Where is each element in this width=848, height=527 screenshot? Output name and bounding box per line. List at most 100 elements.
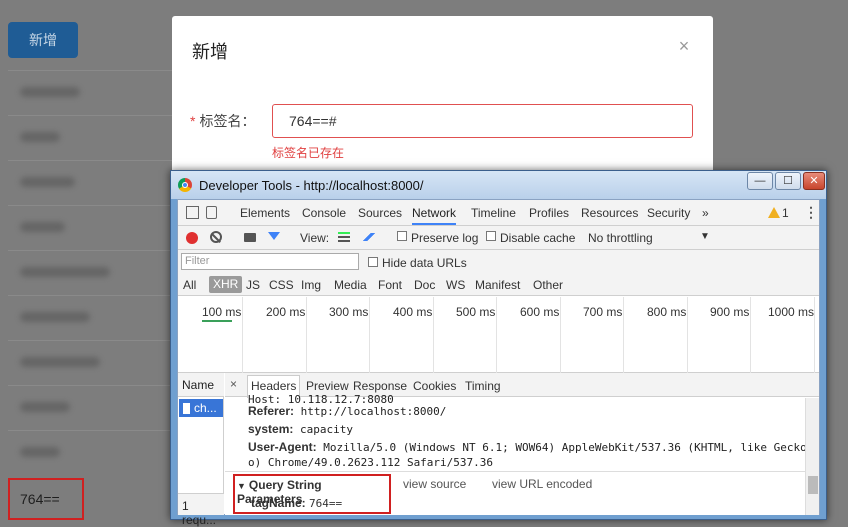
menu-icon[interactable]: ⋮ (804, 204, 818, 221)
header-key: Referer: (248, 404, 295, 418)
timeline-tick: 100 ms (202, 305, 242, 319)
timeline-tick: 1000 ms (768, 305, 815, 319)
add-button[interactable]: 新增 (8, 22, 78, 58)
timeline-gridline (369, 297, 370, 373)
disable-cache-checkbox[interactable] (486, 231, 496, 241)
type-filter-other[interactable]: Other (533, 278, 563, 292)
close-window-button[interactable]: ✕ (803, 172, 825, 190)
inspect-icon[interactable] (186, 206, 199, 219)
timeline-gridline (814, 297, 815, 373)
table-row (8, 115, 173, 161)
window-title: Developer Tools - http://localhost:8000/ (199, 178, 424, 193)
request-timing-bar (202, 320, 232, 322)
maximize-button[interactable]: ☐ (775, 172, 801, 190)
type-filter-xhr[interactable]: XHR (209, 276, 243, 293)
name-column-header[interactable]: Name (178, 373, 224, 397)
record-icon[interactable] (186, 232, 198, 244)
panel-tabs: Elements Console Sources Network Timelin… (178, 200, 819, 226)
request-detail: × Headers Preview Response Cookies Timin… (225, 373, 819, 515)
filter-input[interactable]: Filter (181, 253, 359, 270)
table-row (8, 70, 173, 116)
timeline-gridline (496, 297, 497, 373)
disclosure-triangle-icon[interactable]: ▼ (237, 481, 246, 491)
view-label: View: (300, 231, 330, 245)
disable-cache-label: Disable cache (500, 231, 576, 245)
table-row (8, 250, 173, 296)
tab-sources[interactable]: Sources (358, 206, 402, 220)
tab-elements[interactable]: Elements (240, 206, 290, 220)
request-row[interactable]: ch... (179, 399, 223, 417)
type-filter-ws[interactable]: WS (446, 278, 465, 292)
more-tabs-icon[interactable]: » (702, 206, 709, 220)
devtools-window: Developer Tools - http://localhost:8000/… (170, 170, 827, 527)
table-row (8, 205, 173, 251)
type-filter-js[interactable]: JS (246, 278, 260, 292)
request-list: Name ch... 1 requ... (178, 373, 224, 527)
tab-console[interactable]: Console (302, 206, 346, 220)
validation-error: 标签名已存在 (272, 146, 345, 160)
type-filter-manifest[interactable]: Manifest (475, 278, 520, 292)
camera-icon[interactable] (244, 233, 256, 242)
tab-cookies[interactable]: Cookies (413, 379, 456, 393)
param-key: tagName: (251, 496, 306, 510)
warning-count: 1 (782, 206, 789, 220)
timeline-tick: 600 ms (520, 305, 560, 319)
warning-icon[interactable] (768, 207, 780, 218)
tab-security[interactable]: Security (647, 206, 690, 220)
type-filter-css[interactable]: CSS (269, 278, 294, 292)
timeline-tick: 800 ms (647, 305, 687, 319)
network-toolbar: View: Preserve log Disable cache No thro… (178, 226, 819, 250)
view-url-encoded-link[interactable]: view URL encoded (492, 477, 592, 491)
hide-data-urls-checkbox[interactable] (368, 257, 378, 267)
tag-name-input[interactable]: 764==# (272, 104, 693, 138)
tab-response[interactable]: Response (353, 379, 407, 393)
preserve-log-checkbox[interactable] (397, 231, 407, 241)
filter-icon[interactable] (268, 232, 280, 240)
header-key: system: (248, 422, 294, 436)
type-filter-doc[interactable]: Doc (414, 278, 435, 292)
timeline-gridline (623, 297, 624, 373)
scrollbar-thumb[interactable] (808, 476, 818, 494)
tab-resources[interactable]: Resources (581, 206, 638, 220)
tag-name-label: * 标签名： (190, 111, 255, 131)
type-filter-all[interactable]: All (183, 278, 196, 292)
tab-preview[interactable]: Preview (306, 379, 349, 393)
device-mode-icon[interactable] (206, 206, 217, 219)
throttling-select[interactable]: No throttling (588, 231, 708, 245)
detail-tabs: × Headers Preview Response Cookies Timin… (225, 373, 819, 398)
close-icon[interactable]: × (230, 377, 237, 391)
timeline-gridline (687, 297, 688, 373)
request-pane: Name ch... 1 requ... × Headers Preview R… (178, 373, 819, 527)
table-row (8, 430, 173, 476)
list-view-icon[interactable] (338, 232, 350, 242)
view-source-link[interactable]: view source (403, 477, 466, 491)
type-filter-row: All XHR JS CSS Img Media Font Doc WS Man… (178, 274, 819, 296)
modal-title: 新增 (192, 42, 228, 62)
close-icon[interactable]: × (674, 36, 694, 56)
header-system: system: capacity (248, 422, 353, 436)
timeline-overview[interactable]: 100 ms 200 ms 300 ms 400 ms 500 ms 600 m… (178, 297, 819, 373)
filter-row: Filter Hide data URLs (178, 250, 819, 274)
devtools-titlebar[interactable]: Developer Tools - http://localhost:8000/… (171, 171, 826, 199)
tab-timing[interactable]: Timing (465, 379, 501, 393)
devtools-body: Elements Console Sources Network Timelin… (177, 199, 820, 527)
tab-profiles[interactable]: Profiles (529, 206, 569, 220)
table-row (8, 160, 173, 206)
request-summary: 1 requ... (178, 493, 224, 527)
header-line-partial: Host: 10.118.12.7:8080 (248, 395, 394, 403)
clear-icon[interactable] (210, 231, 222, 243)
tab-timeline[interactable]: Timeline (471, 206, 516, 220)
type-filter-font[interactable]: Font (378, 278, 402, 292)
header-value: http://localhost:8000/ (300, 405, 447, 418)
request-name: ch... (194, 401, 217, 415)
type-filter-media[interactable]: Media (334, 278, 367, 292)
tab-network[interactable]: Network (412, 206, 457, 225)
minimize-button[interactable]: — (747, 172, 773, 190)
chevron-down-icon[interactable]: ▼ (700, 231, 710, 242)
detail-scrollbar[interactable] (805, 398, 819, 515)
header-user-agent: User-Agent: Mozilla/5.0 (Windows NT 6.1;… (248, 440, 807, 454)
waterfall-view-icon[interactable] (362, 233, 376, 241)
document-icon (183, 403, 190, 415)
header-user-agent-cont: o) Chrome/49.0.2623.112 Safari/537.36 (248, 456, 494, 469)
type-filter-img[interactable]: Img (301, 278, 321, 292)
